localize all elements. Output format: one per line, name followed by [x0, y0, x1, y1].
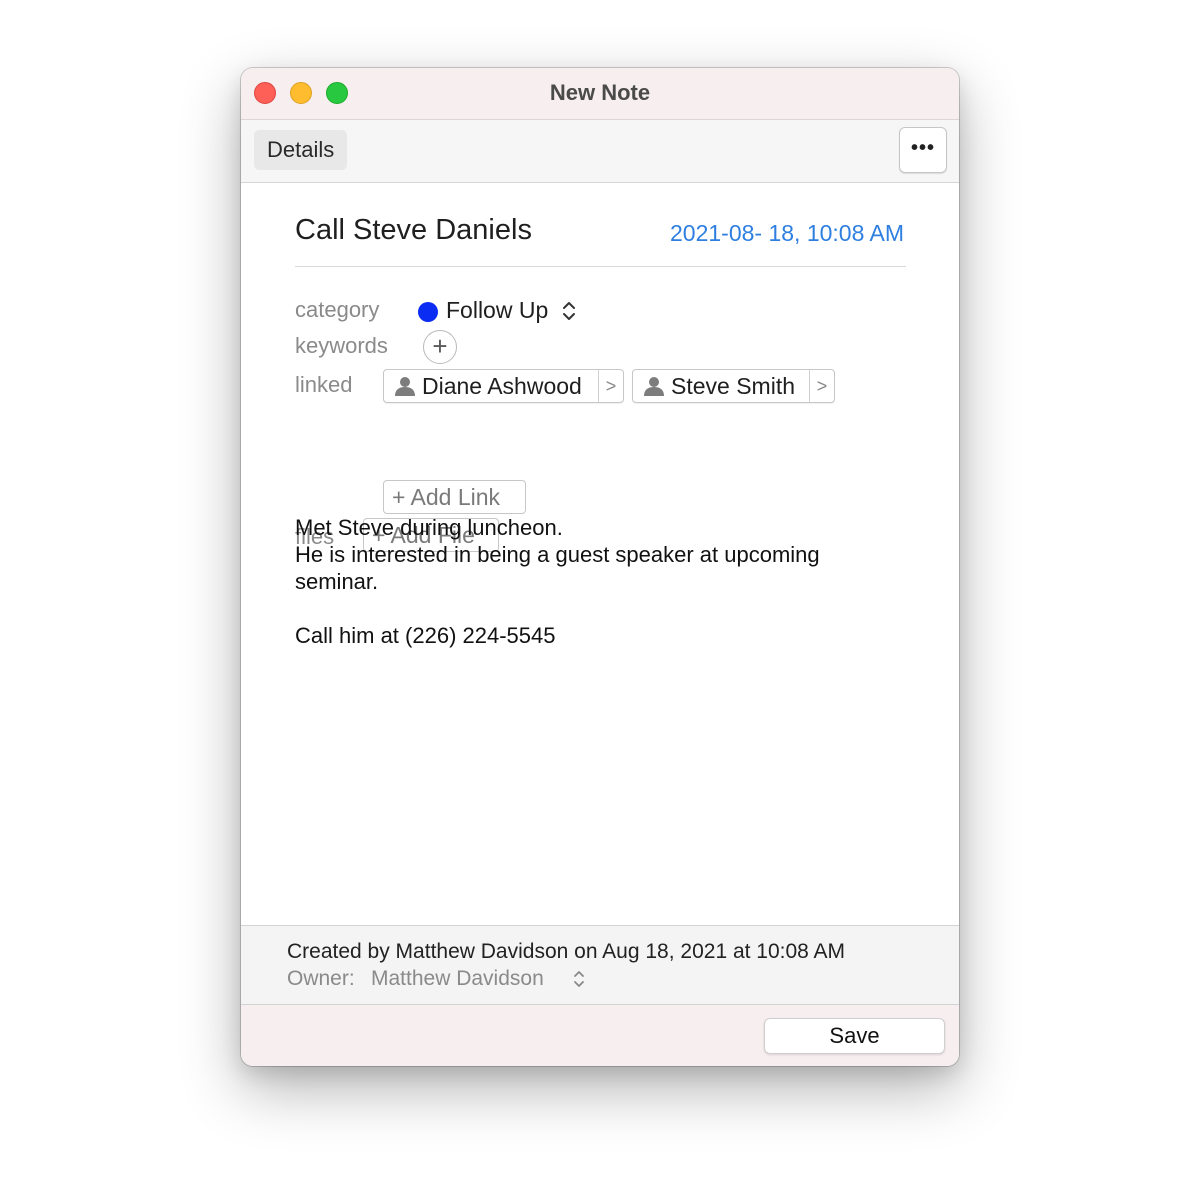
- linked-contact-chip[interactable]: Steve Smith >: [632, 369, 835, 403]
- note-content: Call Steve Daniels 2021-08- 18, 10:08 AM…: [241, 183, 959, 925]
- owner-updown-icon[interactable]: [573, 969, 585, 989]
- linked-contact-name: Diane Ashwood: [422, 373, 582, 399]
- title-divider: [295, 266, 906, 267]
- chevron-right-icon[interactable]: >: [598, 370, 623, 402]
- created-by-text: Created by Matthew Davidson on Aug 18, 2…: [287, 940, 846, 963]
- more-options-button[interactable]: •••: [899, 127, 947, 173]
- note-date[interactable]: 2021-08- 18, 10:08 AM: [670, 220, 904, 247]
- category-updown-icon[interactable]: [562, 300, 576, 322]
- add-link-button[interactable]: + Add Link: [383, 480, 526, 514]
- linked-contact-name: Steve Smith: [671, 373, 795, 399]
- linked-contact-chip[interactable]: Diane Ashwood >: [383, 369, 624, 403]
- category-value[interactable]: Follow Up: [446, 297, 548, 324]
- toolbar: Details •••: [241, 120, 959, 183]
- note-body-line: [295, 595, 895, 622]
- tab-details[interactable]: Details: [254, 130, 348, 170]
- chevron-right-icon[interactable]: >: [809, 370, 834, 402]
- category-label: category: [295, 297, 380, 322]
- note-body-line: He is interested in being a guest speake…: [295, 542, 820, 594]
- save-button[interactable]: Save: [764, 1018, 945, 1054]
- linked-label: linked: [295, 372, 353, 397]
- keywords-label: keywords: [295, 333, 388, 358]
- note-info-footer: Created by Matthew Davidson on Aug 18, 2…: [241, 925, 959, 1005]
- owner-value[interactable]: Matthew Davidson: [371, 967, 544, 991]
- category-color-dot: [418, 302, 438, 322]
- owner-label: Owner:: [287, 967, 355, 990]
- person-icon: [644, 377, 664, 396]
- add-keyword-button[interactable]: +: [423, 330, 457, 364]
- bottom-bar: Save: [241, 1005, 959, 1066]
- person-icon: [395, 377, 415, 396]
- note-body-line: Call him at (226) 224-5545: [295, 623, 556, 648]
- window-title: New Note: [549, 80, 651, 105]
- title-bar[interactable]: New Note: [241, 68, 959, 120]
- note-body-line: Met Steve during luncheon.: [295, 515, 563, 540]
- note-body[interactable]: Met Steve during luncheon. He is interes…: [295, 514, 895, 649]
- note-title[interactable]: Call Steve Daniels: [295, 214, 532, 247]
- new-note-window: New Note Details ••• Call Steve Daniels …: [241, 68, 959, 1066]
